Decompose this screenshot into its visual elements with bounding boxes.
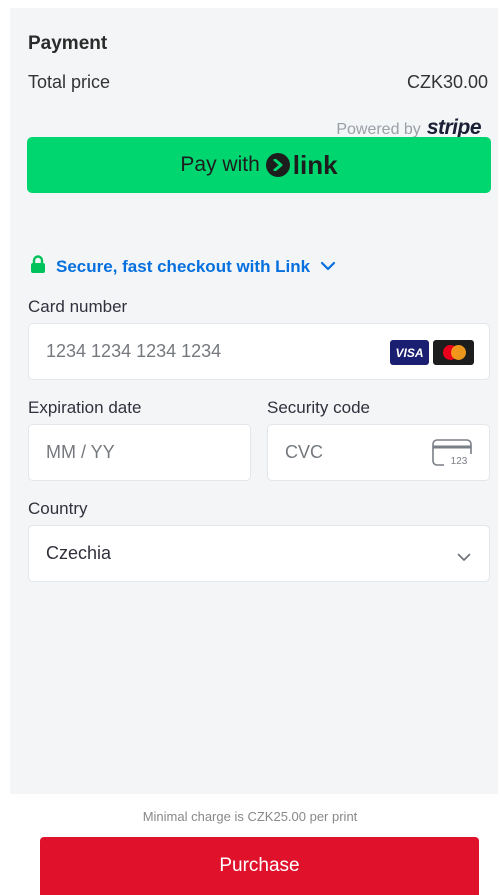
visa-icon: VISA xyxy=(390,340,429,365)
expiration-date-input[interactable]: MM / YY xyxy=(28,424,251,481)
link-brand-text: link xyxy=(292,149,338,180)
link-arrow-icon xyxy=(265,153,290,177)
security-code-input[interactable]: CVC 123 xyxy=(267,424,490,481)
mastercard-icon xyxy=(433,340,474,365)
country-value: Czechia xyxy=(46,543,112,563)
expiration-placeholder: MM / YY xyxy=(46,442,115,462)
cvc-placeholder: CVC xyxy=(285,442,324,462)
country-select[interactable]: Czechia xyxy=(28,525,490,582)
card-brands: VISA xyxy=(390,340,474,365)
minimal-charge-note: Minimal charge is CZK25.00 per print xyxy=(142,809,358,824)
secure-checkout-text: Secure, fast checkout with Link xyxy=(56,257,311,276)
secure-checkout-toggle[interactable]: Secure, fast checkout with Link xyxy=(30,255,336,279)
card-number-label: Card number xyxy=(28,297,128,316)
link-logo: link xyxy=(265,149,338,181)
lock-icon xyxy=(30,255,46,279)
payment-title: Payment xyxy=(28,33,108,54)
card-number-placeholder: 1234 1234 1234 1234 xyxy=(46,341,222,361)
card-number-input[interactable]: 1234 1234 1234 1234 VISA xyxy=(28,323,490,380)
pay-with-link-button[interactable]: Pay with link xyxy=(27,137,491,193)
chevron-down-icon xyxy=(320,258,336,276)
country-label: Country xyxy=(28,499,88,518)
total-price-label: Total price xyxy=(28,72,111,92)
payment-panel: Payment Total price CZK30.00 Powered by … xyxy=(10,8,498,794)
chevron-down-icon xyxy=(457,546,471,567)
pay-with-label: Pay with xyxy=(180,153,260,176)
svg-text:123: 123 xyxy=(451,456,468,467)
expiration-date-label: Expiration date xyxy=(28,398,142,417)
total-price-value: CZK30.00 xyxy=(406,72,488,92)
security-code-label: Security code xyxy=(267,398,370,417)
cvc-card-icon: 123 xyxy=(432,439,474,472)
purchase-button[interactable]: Purchase xyxy=(40,837,479,895)
